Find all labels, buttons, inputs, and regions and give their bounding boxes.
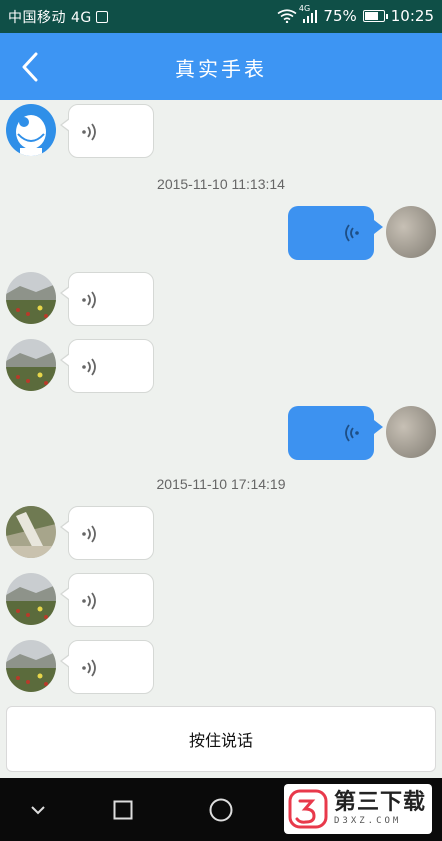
status-right: 4G 75% 10:25 <box>277 4 434 25</box>
cartoon-avatar-icon <box>6 104 56 156</box>
voice-message-bubble[interactable] <box>288 206 383 260</box>
voice-message-bubble[interactable] <box>60 104 154 158</box>
avatar[interactable] <box>6 104 56 156</box>
message-row <box>0 406 442 466</box>
gallery-notification-icon <box>95 11 108 23</box>
cell-signal-icon: 4G <box>299 4 318 23</box>
nav-home-button[interactable] <box>203 792 239 828</box>
nav-recents-icon <box>113 800 133 820</box>
nav-recents-button[interactable] <box>105 792 141 828</box>
voice-wave-icon <box>82 358 96 376</box>
nav-home-icon <box>209 798 233 822</box>
status-left: 中国移动 4G <box>8 7 108 27</box>
avatar[interactable] <box>6 506 56 558</box>
watermark-badge: 第三下载 D3XZ.COM <box>284 784 432 834</box>
message-row <box>0 506 442 566</box>
message-row <box>0 104 442 164</box>
nav-back-button[interactable] <box>20 792 56 828</box>
battery-icon <box>362 10 388 22</box>
gray-avatar-icon <box>386 406 436 458</box>
message-row <box>0 573 442 633</box>
voice-wave-icon <box>82 592 96 610</box>
network-type: 4G <box>70 10 92 26</box>
photo-avatar-icon <box>6 506 56 558</box>
voice-wave-icon <box>345 224 359 242</box>
system-nav-bar: 第三下载 D3XZ.COM <box>0 778 442 841</box>
wifi-icon <box>277 9 297 23</box>
app-bar: 真实手表 <box>0 33 442 100</box>
avatar[interactable] <box>6 272 56 324</box>
voice-message-bubble[interactable] <box>60 272 154 326</box>
message-row <box>0 339 442 399</box>
chat-list[interactable]: 2015-11-10 11:13:14 2015-11-10 17:14:19 <box>0 100 442 700</box>
clock: 10:25 <box>390 7 434 25</box>
voice-message-bubble[interactable] <box>288 406 383 460</box>
signal-type-label: 4G <box>298 3 311 13</box>
avatar[interactable] <box>6 339 56 391</box>
landscape-avatar-icon <box>6 640 56 692</box>
watermark-domain: D3XZ.COM <box>334 816 402 826</box>
avatar[interactable] <box>6 573 56 625</box>
nav-back-icon <box>31 806 45 815</box>
message-timestamp: 2015-11-10 17:14:19 <box>156 476 286 492</box>
message-row <box>0 206 442 266</box>
carrier-name: 中国移动 <box>8 10 66 26</box>
voice-message-bubble[interactable] <box>60 640 154 694</box>
avatar[interactable] <box>386 406 436 458</box>
voice-wave-icon <box>82 525 96 543</box>
voice-wave-icon <box>82 659 96 677</box>
status-bar: 中国移动 4G 4G 75% 10:25 <box>0 0 442 33</box>
voice-wave-icon <box>345 424 359 442</box>
page-title: 真实手表 <box>175 57 267 81</box>
voice-wave-icon <box>82 123 96 141</box>
hold-to-talk-button[interactable]: 按住说话 <box>6 706 436 772</box>
voice-message-bubble[interactable] <box>60 573 154 627</box>
message-timestamp: 2015-11-10 11:13:14 <box>157 176 285 192</box>
avatar[interactable] <box>386 206 436 258</box>
message-row <box>0 272 442 332</box>
landscape-avatar-icon <box>6 573 56 625</box>
landscape-avatar-icon <box>6 339 56 391</box>
download-logo-icon <box>288 789 328 829</box>
input-bar: 按住说话 <box>0 700 442 778</box>
message-row <box>0 640 442 700</box>
voice-message-bubble[interactable] <box>60 339 154 393</box>
gray-avatar-icon <box>386 206 436 258</box>
battery-percent: 75% <box>323 7 357 25</box>
avatar[interactable] <box>6 640 56 692</box>
watermark-title: 第三下载 <box>334 790 427 815</box>
voice-wave-icon <box>82 291 96 309</box>
landscape-avatar-icon <box>6 272 56 324</box>
voice-message-bubble[interactable] <box>60 506 154 560</box>
